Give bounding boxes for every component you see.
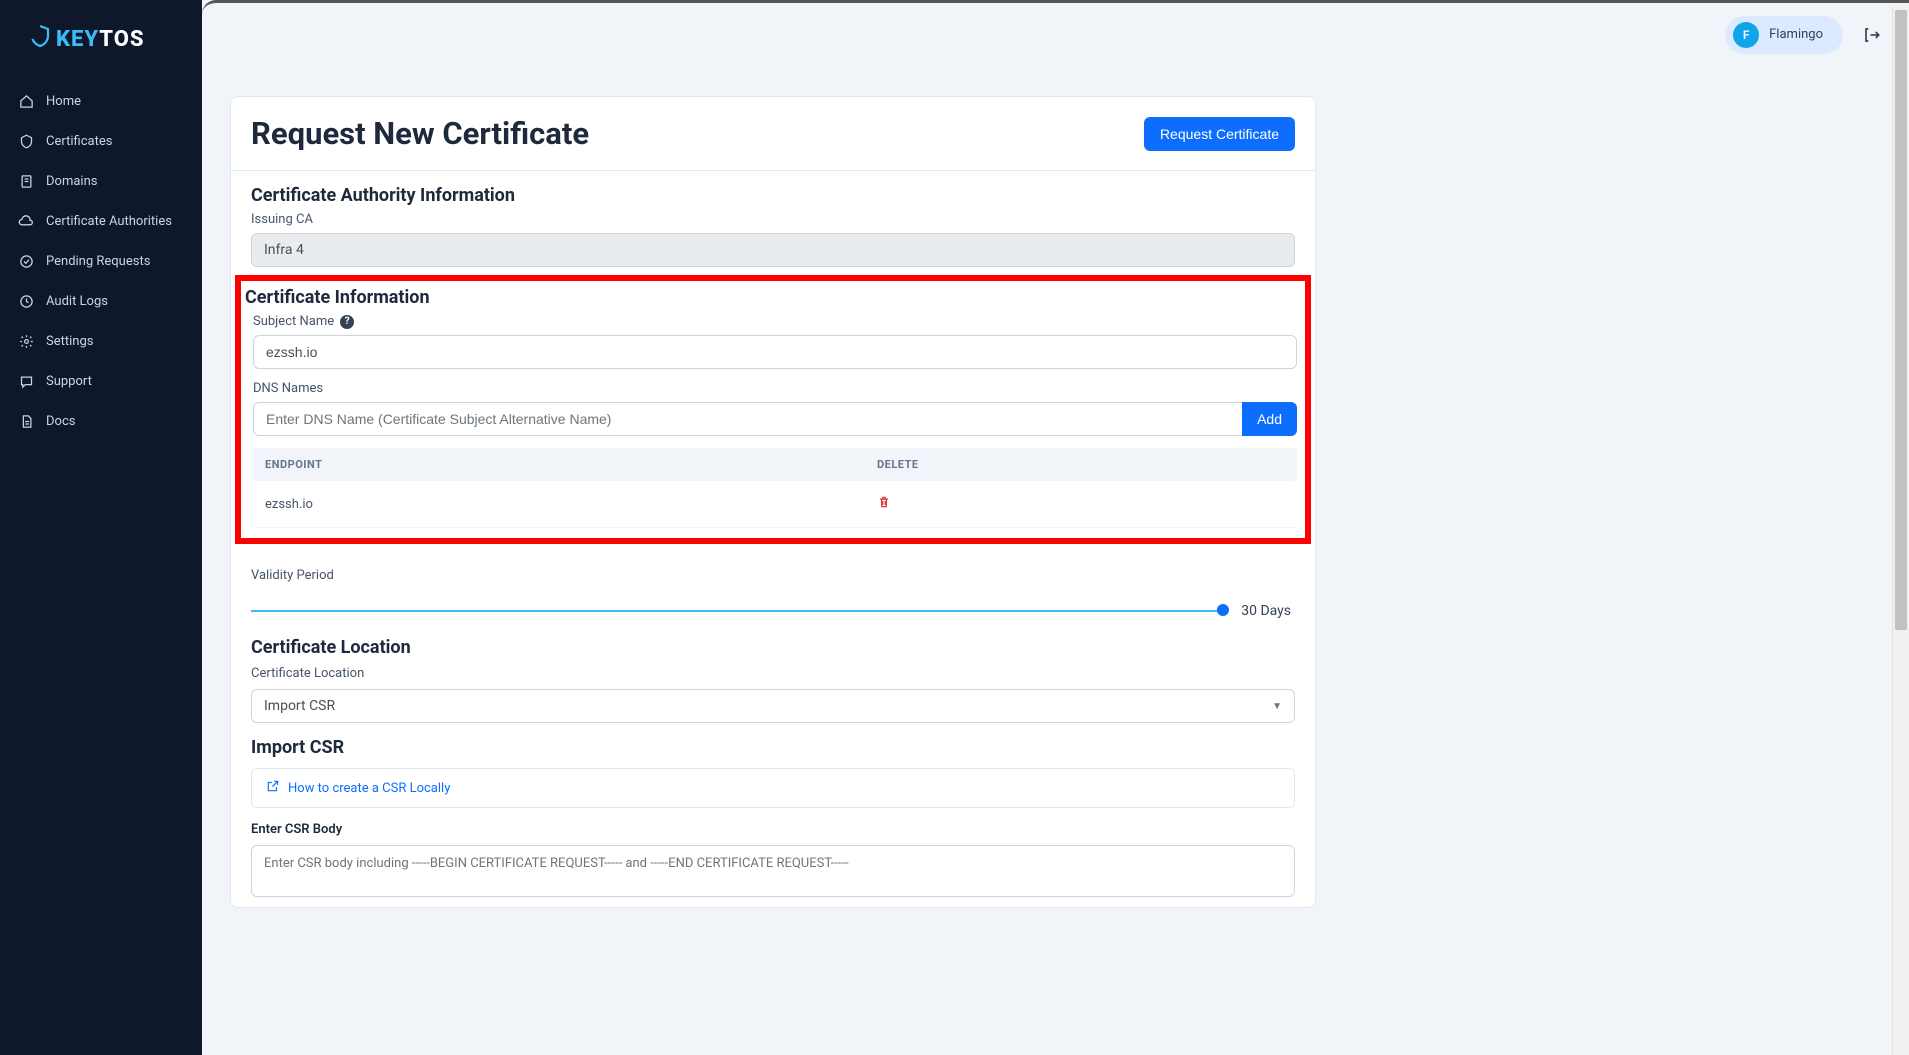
endpoint-cell: ezssh.io	[265, 497, 877, 512]
request-certificate-button[interactable]: Request Certificate	[1144, 117, 1295, 151]
sidebar-item-audit-logs[interactable]: Audit Logs	[0, 282, 202, 320]
issuing-ca-field: Infra 4	[251, 233, 1295, 267]
validity-period-label: Validity Period	[231, 568, 1315, 583]
check-circle-icon	[18, 253, 34, 269]
certificate-location-select[interactable]: Import CSR ▼	[251, 689, 1295, 723]
sidebar-item-label: Support	[46, 374, 92, 389]
card-header: Request New Certificate Request Certific…	[231, 97, 1315, 171]
sidebar-item-label: Domains	[46, 174, 97, 189]
sidebar: KEYTOS Home Certificates Domains Certifi…	[0, 0, 202, 1055]
brand-tos: TOS	[99, 27, 144, 52]
sidebar-item-docs[interactable]: Docs	[0, 402, 202, 440]
sidebar-item-label: Certificates	[46, 134, 112, 149]
home-icon	[18, 93, 34, 109]
subject-name-label: Subject Name ?	[241, 314, 1297, 329]
chat-icon	[18, 373, 34, 389]
topbar: F Flamingo	[202, 0, 1909, 66]
shield-icon	[30, 24, 50, 54]
sidebar-item-settings[interactable]: Settings	[0, 322, 202, 360]
slider-fill	[251, 610, 1223, 612]
sidebar-item-label: Home	[46, 94, 81, 109]
sidebar-item-label: Certificate Authorities	[46, 214, 172, 229]
logout-button[interactable]	[1859, 22, 1885, 48]
gear-icon	[18, 333, 34, 349]
brand-logo: KEYTOS	[0, 14, 202, 82]
user-name: Flamingo	[1769, 27, 1823, 42]
endpoints-table-header: ENDPOINT DELETE	[253, 448, 1297, 481]
col-delete: DELETE	[877, 458, 1285, 471]
page-title: Request New Certificate	[251, 115, 589, 152]
avatar: F	[1733, 22, 1759, 48]
slider-thumb[interactable]	[1217, 604, 1229, 616]
certificate-location-label: Certificate Location	[251, 666, 1295, 681]
dns-names-label: DNS Names	[241, 381, 1297, 396]
certificate-location-value: Import CSR	[264, 698, 335, 714]
sidebar-item-certificate-authorities[interactable]: Certificate Authorities	[0, 202, 202, 240]
sidebar-item-pending-requests[interactable]: Pending Requests	[0, 242, 202, 280]
subject-name-input[interactable]	[253, 335, 1297, 369]
request-certificate-card: Request New Certificate Request Certific…	[230, 96, 1316, 908]
ca-info-title: Certificate Authority Information	[239, 185, 1295, 206]
sidebar-item-certificates[interactable]: Certificates	[0, 122, 202, 160]
scrollbar-thumb[interactable]	[1895, 10, 1907, 630]
validity-slider[interactable]	[251, 609, 1223, 613]
sidebar-item-support[interactable]: Support	[0, 362, 202, 400]
main-content: Request New Certificate Request Certific…	[202, 66, 1336, 1055]
document-icon	[18, 413, 34, 429]
add-dns-button[interactable]: Add	[1242, 402, 1297, 436]
import-csr-title: Import CSR	[251, 737, 1295, 758]
sidebar-item-label: Pending Requests	[46, 254, 150, 269]
sidebar-item-home[interactable]: Home	[0, 82, 202, 120]
help-icon[interactable]: ?	[340, 315, 354, 329]
domains-icon	[18, 173, 34, 189]
user-menu[interactable]: F Flamingo	[1725, 16, 1843, 54]
chevron-down-icon: ▼	[1272, 701, 1282, 712]
csr-body-label: Enter CSR Body	[251, 822, 1295, 837]
certificate-info-title: Certificate Information	[241, 287, 1297, 308]
csr-body-textarea[interactable]	[251, 845, 1295, 897]
csr-help-link-text: How to create a CSR Locally	[288, 781, 450, 796]
sidebar-item-domains[interactable]: Domains	[0, 162, 202, 200]
sidebar-item-label: Audit Logs	[46, 294, 108, 309]
clock-icon	[18, 293, 34, 309]
dns-name-input[interactable]	[253, 402, 1242, 436]
validity-slider-wrap: 30 Days	[231, 583, 1315, 625]
certificate-location-section: Certificate Location Certificate Locatio…	[231, 625, 1315, 907]
col-endpoint: ENDPOINT	[265, 458, 877, 471]
csr-help-link[interactable]: How to create a CSR Locally	[251, 768, 1295, 808]
issuing-ca-label: Issuing CA	[239, 212, 1295, 227]
certificate-location-title: Certificate Location	[251, 637, 1295, 658]
sidebar-nav: Home Certificates Domains Certificate Au…	[0, 82, 202, 440]
trash-icon[interactable]	[877, 498, 891, 513]
validity-value: 30 Days	[1241, 603, 1291, 619]
scrollbar[interactable]	[1892, 6, 1909, 1055]
cloud-icon	[18, 213, 34, 229]
sidebar-item-label: Docs	[46, 414, 75, 429]
sidebar-item-label: Settings	[46, 334, 93, 349]
brand-key: KEY	[56, 27, 99, 52]
subject-name-label-text: Subject Name	[253, 314, 334, 329]
ca-info-section: Certificate Authority Information Issuin…	[231, 171, 1315, 273]
endpoints-table: ENDPOINT DELETE ezssh.io	[253, 448, 1297, 528]
certificate-info-highlight: Certificate Information Subject Name ? D…	[235, 275, 1311, 544]
external-link-icon	[266, 779, 280, 797]
shield-outline-icon	[18, 133, 34, 149]
table-row: ezssh.io	[253, 481, 1297, 528]
